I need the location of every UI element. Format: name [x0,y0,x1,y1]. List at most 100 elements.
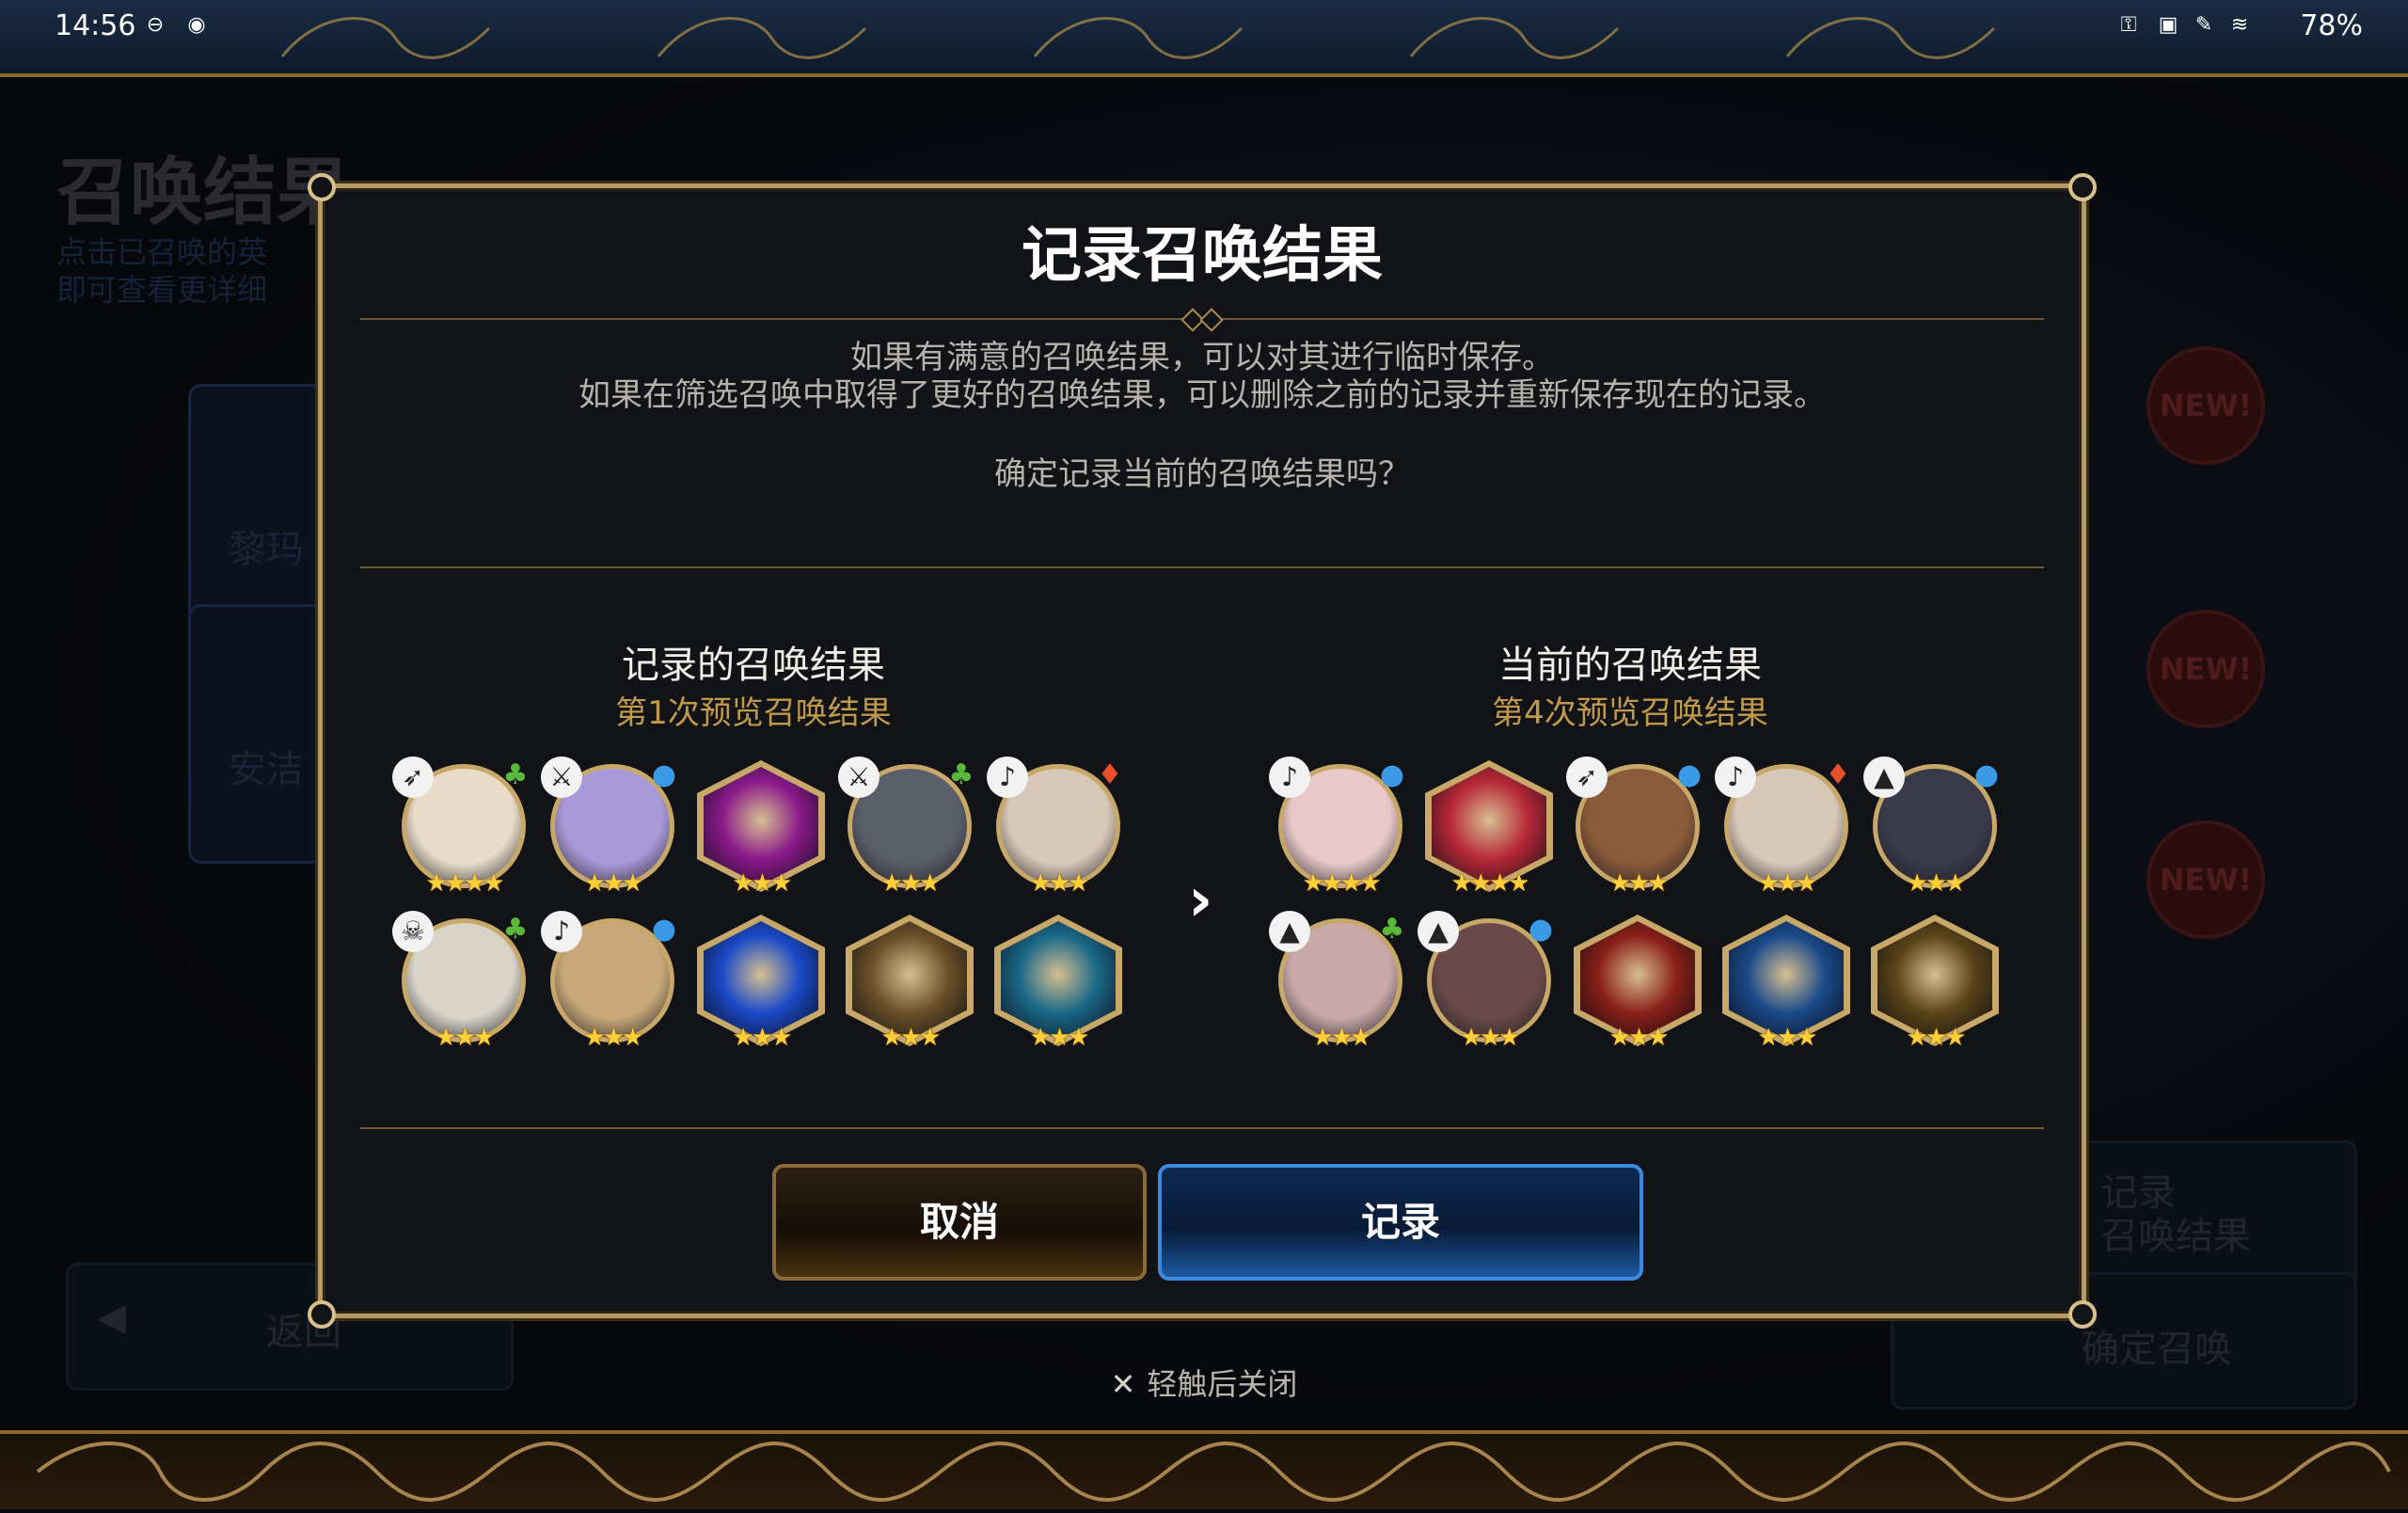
water-element-icon: ● [1676,758,1703,791]
star-rating: ★★★ [880,1024,942,1052]
recorded-item-icon[interactable]: ★★★ [689,756,832,900]
battery-saver-icon: ▣ [2158,13,2178,37]
bottom-ornament-bar [0,1430,2408,1509]
recorded-hero-portrait[interactable]: ♪ ● ★★★ [541,911,684,1054]
star-rating: ★★★ [583,869,644,898]
star-rating: ★★★★ [1302,869,1381,898]
new-badge: NEW! [2147,346,2265,465]
current-hero-portrait[interactable]: ▲ ● ★★★ [1418,911,1560,1054]
star-rating: ★★★ [1029,869,1090,898]
wizard-hat-icon: ▲ [1418,911,1459,952]
current-item-icon[interactable]: ★★★ [1863,911,2006,1054]
star-rating: ★★★ [583,1024,644,1052]
water-element-icon: ● [651,913,677,946]
wifi-icon: ≋ [2230,13,2249,37]
dnd-icon: ⊖ [146,13,165,37]
star-rating: ★★★ [1906,1024,1967,1052]
recorded-hero-portrait[interactable]: ⚔ ● ★★★ [541,756,684,900]
earth-element-icon: ♣ [502,913,529,946]
record-summon-dialog: 记录召唤结果 如果有满意的召唤结果，可以对其进行临时保存。 如果在筛选召唤中取得… [308,173,2097,1329]
confirm-question: 确定记录当前的召唤结果吗？ [994,455,1410,493]
star-rating: ★★★ [1757,1024,1818,1052]
water-element-icon: ● [1379,758,1405,791]
new-badge: NEW! [2147,610,2265,728]
water-element-icon: ● [651,758,677,791]
ornament-border [280,17,1996,59]
current-item-icon[interactable]: ★★★★ [1418,756,1560,900]
status-bar: 14:56 ⊖ ◉ ⚿ ▣ ✎ ≋ 78% [0,0,2408,77]
record-button[interactable]: 记录 [1158,1164,1643,1281]
pen-icon: ✎ [2194,13,2213,37]
tap-to-close[interactable]: ✕ 轻触后关闭 [0,1361,2408,1404]
current-item-icon[interactable]: ★★★ [1715,911,1858,1054]
star-rating: ★★★ [732,869,793,898]
section-divider [360,566,2044,568]
close-icon: ✕ [1110,1366,1136,1402]
corner-ornament [308,173,336,201]
bow-icon: ➶ [1566,756,1608,798]
star-rating: ★★★ [1757,869,1818,898]
recorded-hero-portrait[interactable]: ☠ ♣ ★★★ [392,911,535,1054]
star-rating: ★★★ [1906,869,1967,898]
star-rating: ★★★ [435,1024,496,1052]
water-element-icon: ● [1973,758,2000,791]
recorded-item-icon[interactable]: ★★★ [838,911,981,1054]
fire-element-icon: ♦ [1825,758,1851,791]
earth-element-icon: ♣ [502,758,529,791]
back-arrow-icon: ◀ [97,1296,126,1339]
dialog-title: 记录召唤结果 [1022,221,1383,291]
background-subtitle: 点击已召唤的英 即可查看更详细 [56,234,268,308]
recorded-item-icon[interactable]: ★★★ [987,911,1130,1054]
background-hero-card: 安洁 [188,604,325,864]
star-rating: ★★★ [880,869,942,898]
star-rating: ★★★ [732,1024,793,1052]
current-hero-portrait[interactable]: ▲ ♣ ★★★ [1269,911,1412,1054]
app-notification-icon: ◉ [187,13,206,37]
corner-ornament [2068,173,2097,201]
corner-ornament [2068,1300,2097,1329]
chevron-right-icon: › [1188,866,1213,935]
earth-element-icon: ♣ [948,758,974,791]
key-icon: ⚿ [2120,13,2137,37]
sword-icon: ⚔ [541,756,582,798]
recorded-hero-portrait[interactable]: ♪ ♦ ★★★ [987,756,1130,900]
background-title: 召唤结果 [56,151,351,235]
wizard-hat-icon: ▲ [1269,911,1310,952]
bottom-divider [360,1127,2044,1129]
bow-icon: ➶ [392,756,434,798]
current-results-subtitle: 第4次预览召唤结果 [1492,694,1768,732]
current-hero-portrait[interactable]: ▲ ● ★★★ [1863,756,2006,900]
battery-level: 78% [2300,9,2363,42]
star-rating: ★★★★ [425,869,504,898]
staff-icon: ♪ [987,756,1028,798]
water-element-icon: ● [1528,913,1554,946]
current-hero-portrait[interactable]: ➶ ● ★★★ [1566,756,1709,900]
recorded-hero-portrait[interactable]: ⚔ ♣ ★★★ [838,756,981,900]
wizard-hat-icon: ▲ [1863,756,1905,798]
fire-element-icon: ♦ [1097,758,1123,791]
recorded-hero-portrait[interactable]: ➶ ♣ ★★★★ [392,756,535,900]
cancel-button[interactable]: 取消 [772,1164,1147,1281]
earth-element-icon: ♣ [1379,913,1405,946]
current-results-title: 当前的召唤结果 [1498,644,1762,687]
star-rating: ★★★ [1311,1024,1372,1052]
star-rating: ★★★ [1460,1024,1521,1052]
corner-ornament [308,1300,336,1329]
recorded-results-title: 记录的召唤结果 [622,644,885,687]
star-rating: ★★★ [1608,869,1670,898]
staff-icon: ♪ [1715,756,1756,798]
divider-ornament [1199,308,1224,332]
current-hero-portrait[interactable]: ♪ ● ★★★★ [1269,756,1412,900]
staff-icon: ♪ [1269,756,1310,798]
skull-icon: ☠ [392,911,434,952]
new-badge: NEW! [2147,820,2265,939]
star-rating: ★★★ [1029,1024,1090,1052]
star-rating: ★★★★ [1450,869,1529,898]
star-rating: ★★★ [1608,1024,1670,1052]
dialog-description: 如果有满意的召唤结果，可以对其进行临时保存。 如果在筛选召唤中取得了更好的召唤结… [578,339,1826,414]
recorded-item-icon[interactable]: ★★★ [689,911,832,1054]
current-hero-portrait[interactable]: ♪ ♦ ★★★ [1715,756,1858,900]
status-time: 14:56 [55,9,136,42]
current-item-icon[interactable]: ★★★ [1566,911,1709,1054]
sword-icon: ⚔ [838,756,879,798]
